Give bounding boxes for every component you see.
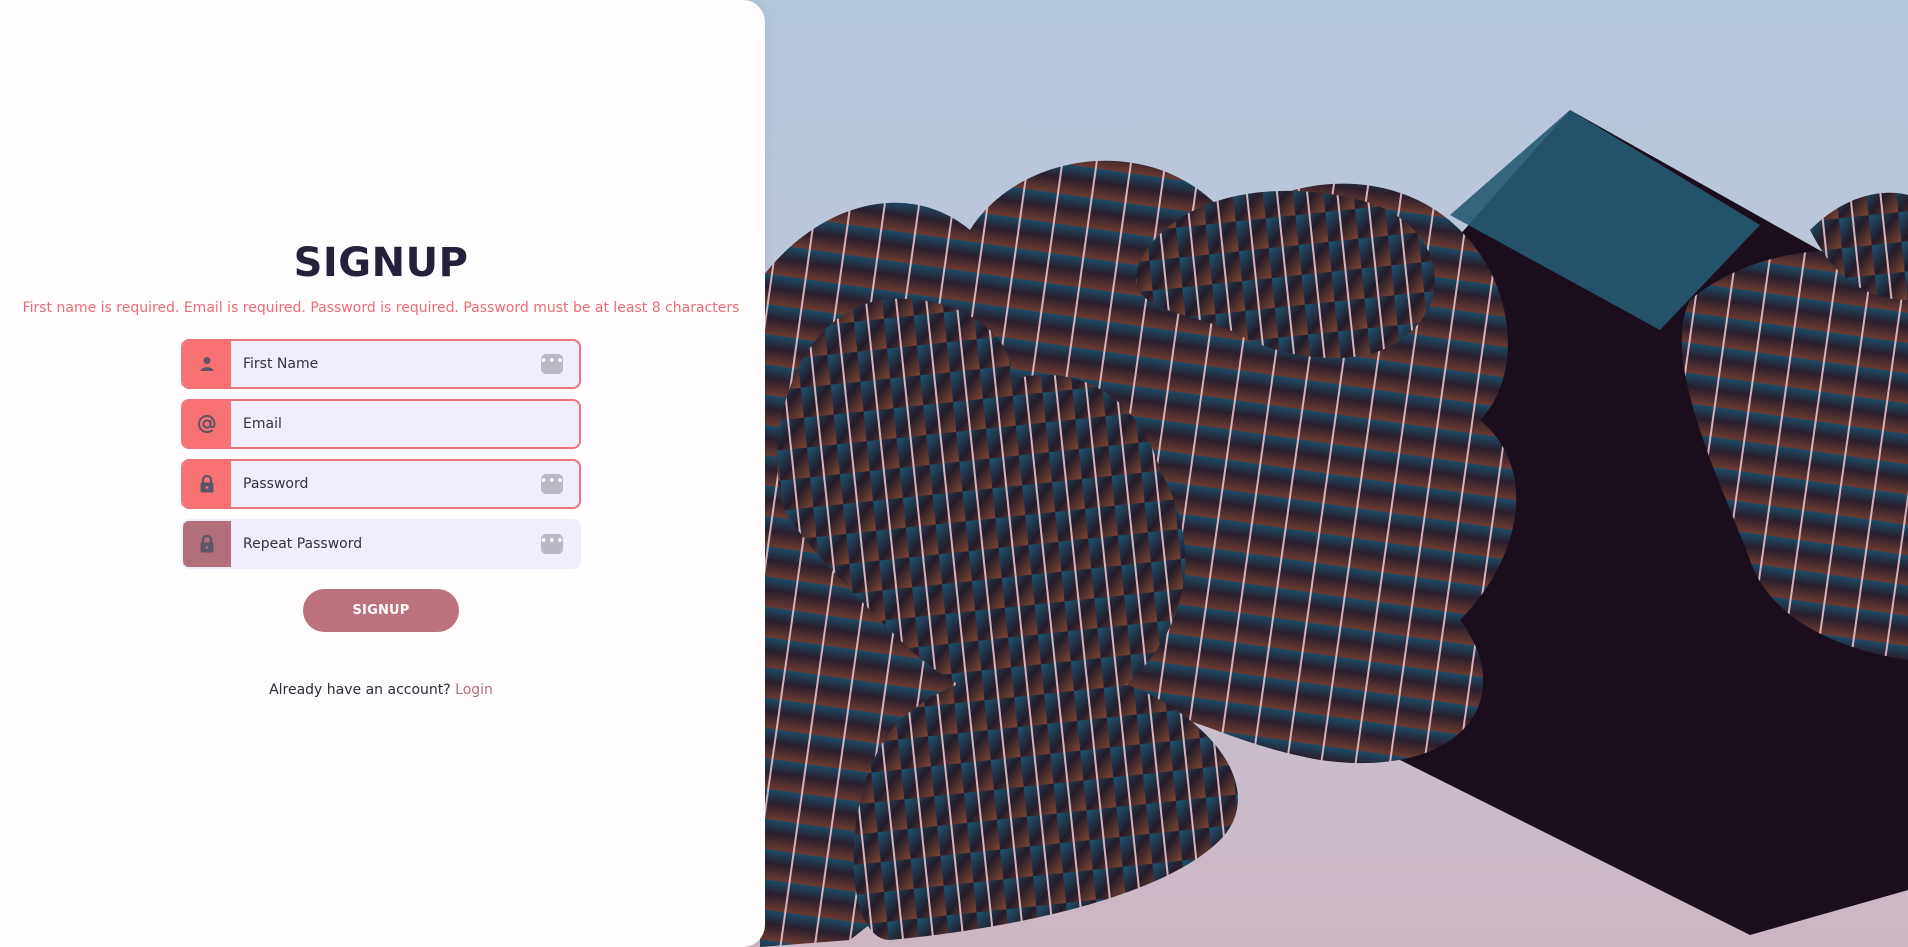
signup-button[interactable]: SIGNUP — [303, 589, 459, 632]
autofill-dots-icon[interactable]: ••• — [540, 474, 564, 494]
email-field[interactable]: Email — [181, 399, 581, 449]
login-link[interactable]: Login — [455, 682, 493, 698]
lock-icon — [183, 521, 231, 567]
user-icon — [183, 341, 231, 387]
password-input[interactable]: Password — [231, 476, 541, 492]
autofill-dots-icon[interactable]: ••• — [540, 534, 564, 554]
first-name-input[interactable]: First Name — [231, 356, 541, 372]
autofill-dots-icon[interactable]: ••• — [540, 354, 564, 374]
page-title: SIGNUP — [293, 240, 469, 286]
repeat-password-input[interactable]: Repeat Password — [231, 536, 541, 552]
lock-icon — [183, 461, 231, 507]
abstract-3d-illustration — [760, 110, 1908, 947]
login-prompt-text: Already have an account? — [269, 682, 451, 698]
repeat-password-field[interactable]: Repeat Password ••• — [181, 519, 581, 569]
email-input[interactable]: Email — [231, 416, 579, 432]
login-prompt: Already have an account? Login — [0, 682, 762, 698]
first-name-field[interactable]: First Name ••• — [181, 339, 581, 389]
hero-art-image — [760, 0, 1908, 947]
password-field[interactable]: Password ••• — [181, 459, 581, 509]
at-sign-icon — [183, 401, 231, 447]
signup-card: SIGNUP First name is required. Email is … — [0, 0, 765, 947]
validation-errors: First name is required. Email is require… — [22, 300, 740, 316]
